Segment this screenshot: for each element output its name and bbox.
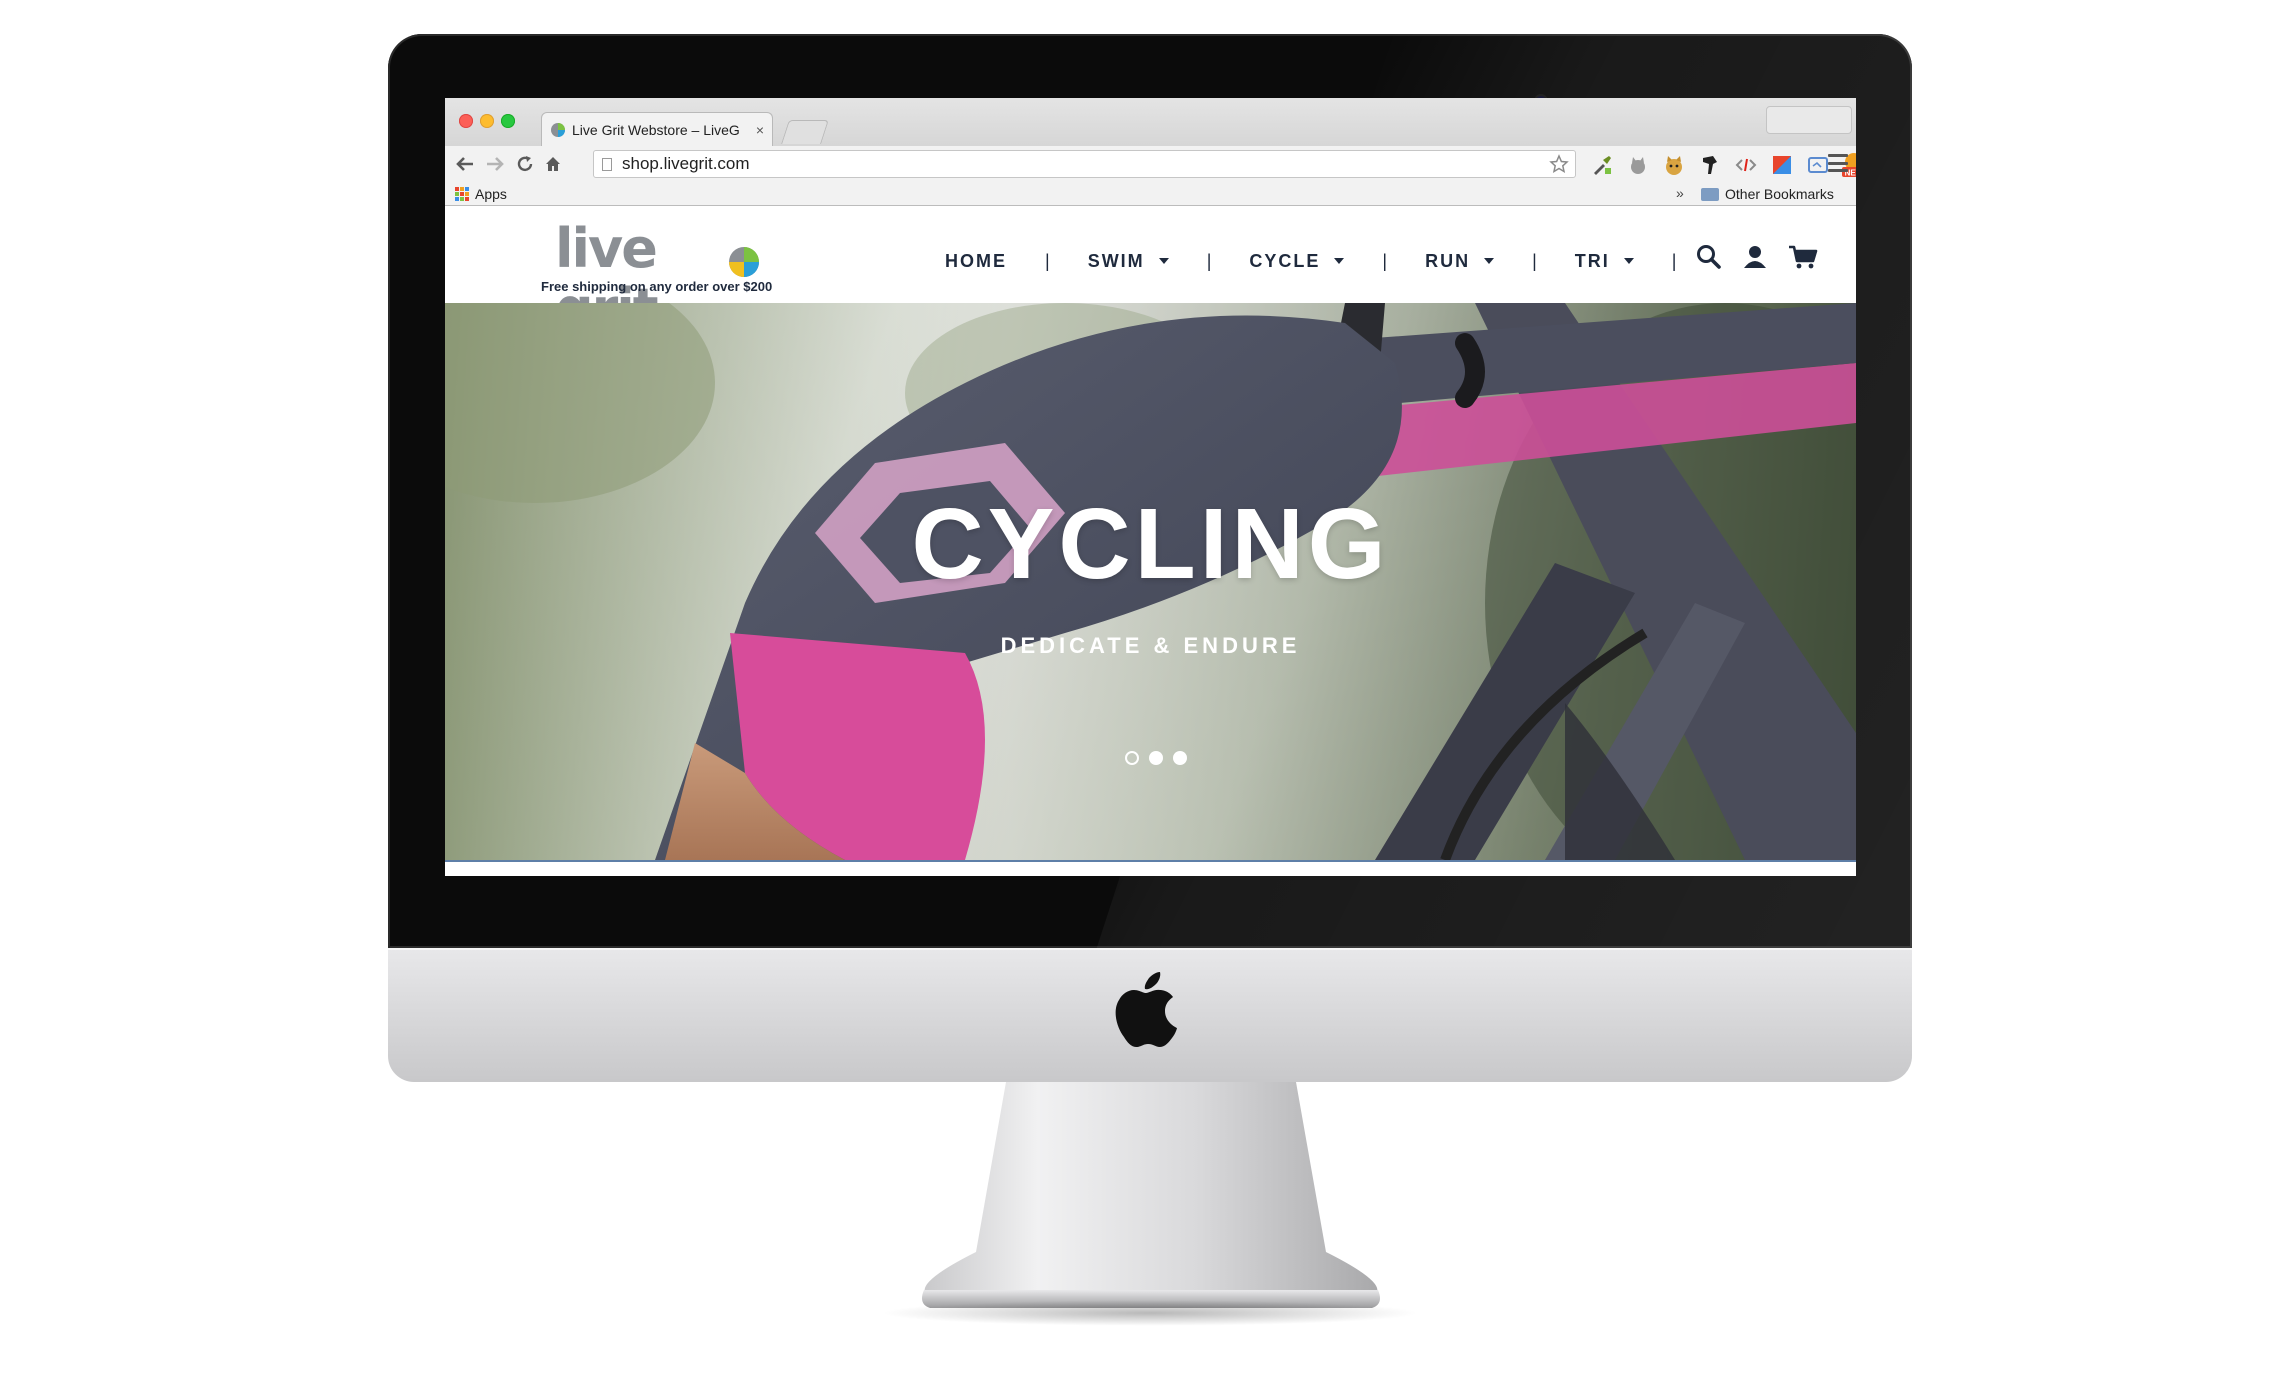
nav-cycle-label: CYCLE <box>1249 250 1321 271</box>
apps-bookmark[interactable]: Apps <box>455 186 507 202</box>
caret-down-icon <box>1334 258 1345 264</box>
hero-title: CYCLING <box>911 488 1390 600</box>
reload-icon <box>517 156 533 172</box>
caret-down-icon <box>1158 258 1169 264</box>
window-minimize-button[interactable] <box>480 114 494 128</box>
doge-icon[interactable] <box>1661 152 1687 178</box>
reload-button[interactable] <box>513 152 537 176</box>
slider-dot[interactable] <box>1173 751 1187 765</box>
code-icon[interactable] <box>1733 152 1759 178</box>
site-header: live grit Free shipping on any order ove… <box>445 207 1856 339</box>
slider-dots <box>1125 751 1187 765</box>
nav-separator: | <box>1045 250 1050 271</box>
nav-separator: | <box>1206 250 1212 271</box>
apps-grid-icon <box>455 187 469 201</box>
nav-home-label: HOME <box>945 250 1007 271</box>
cat-icon[interactable] <box>1625 152 1651 178</box>
nav-separator: | <box>1532 250 1537 271</box>
folder-icon <box>1701 187 1719 201</box>
account-icon[interactable] <box>1741 243 1769 271</box>
page-icon <box>602 157 612 171</box>
address-bar[interactable]: shop.livegrit.com <box>593 150 1576 178</box>
site-logo[interactable]: live grit Free shipping on any order ove… <box>541 219 773 339</box>
slider-dot[interactable] <box>1149 751 1163 765</box>
nav-swim-label: SWIM <box>1087 250 1145 271</box>
hero-slider[interactable]: CYCLING DEDICATE & ENDURE <box>445 303 1856 860</box>
nav-separator: | <box>1382 250 1388 271</box>
menu-icon[interactable] <box>1828 154 1848 172</box>
bookmark-star-icon[interactable] <box>1549 154 1569 174</box>
main-nav: HOME | SWIM | CYCLE | RUN | TRI | <box>945 249 1714 273</box>
caret-down-icon <box>1484 258 1495 264</box>
tab-close-icon[interactable]: × <box>756 122 764 138</box>
horse-icon[interactable] <box>1697 152 1723 178</box>
back-arrow-icon <box>456 157 473 171</box>
tab-title: Live Grit Webstore – LiveG <box>572 121 740 138</box>
other-bookmarks[interactable]: Other Bookmarks <box>1701 186 1834 202</box>
livegrit-favicon-icon <box>551 122 565 137</box>
screen: Live Grit Webstore – LiveG × shop.livegr… <box>445 98 1856 876</box>
nav-run-label: RUN <box>1425 250 1471 271</box>
window-maximize-button[interactable] <box>501 114 515 128</box>
home-button[interactable] <box>541 152 565 176</box>
header-icons <box>1695 243 1819 271</box>
nav-cycle[interactable]: CYCLE <box>1249 250 1345 272</box>
monitor-stand <box>922 1082 1380 1308</box>
nav-run[interactable]: RUN <box>1425 250 1495 272</box>
profile-button[interactable] <box>1766 106 1852 134</box>
window-close-button[interactable] <box>459 114 473 128</box>
bookmarks-bar: Apps » Other Bookmarks <box>445 182 1856 206</box>
more-bookmarks-chevron-icon[interactable]: » <box>1676 185 1684 201</box>
logo-mark-icon <box>729 247 759 277</box>
cart-icon[interactable] <box>1787 243 1819 271</box>
home-icon <box>546 157 560 171</box>
nav-home[interactable]: HOME <box>945 251 1007 272</box>
slider-dot[interactable] <box>1125 751 1139 765</box>
page-below-fold <box>445 860 1856 876</box>
free-shipping-tagline: Free shipping on any order over $200 <box>541 279 773 294</box>
tab-strip: Live Grit Webstore – LiveG × <box>445 98 1856 146</box>
forward-button[interactable] <box>483 152 507 176</box>
browser-toolbar: shop.livegrit.com NE <box>445 146 1856 182</box>
eyedropper-icon[interactable] <box>1589 152 1615 178</box>
hero-subtitle: DEDICATE & ENDURE <box>1000 633 1301 658</box>
nav-swim[interactable]: SWIM <box>1088 251 1169 272</box>
flag-icon[interactable] <box>1769 152 1795 178</box>
nav-tri-label: TRI <box>1574 250 1610 271</box>
other-bookmarks-label: Other Bookmarks <box>1725 186 1834 202</box>
extensions-bar: NEW 1m <box>1589 152 1856 178</box>
nav-separator: | <box>1671 250 1677 271</box>
apple-logo-icon <box>1115 972 1177 1047</box>
url-text[interactable]: shop.livegrit.com <box>622 154 1549 174</box>
apps-label: Apps <box>475 186 507 202</box>
back-button[interactable] <box>453 152 477 176</box>
search-icon[interactable] <box>1695 243 1723 271</box>
new-tab-button[interactable] <box>781 120 829 144</box>
forward-arrow-icon <box>487 157 504 171</box>
browser-tab[interactable]: Live Grit Webstore – LiveG × <box>541 112 773 146</box>
nav-tri[interactable]: TRI <box>1575 251 1634 272</box>
caret-down-icon <box>1623 258 1634 264</box>
stand-shadow <box>880 1300 1420 1326</box>
